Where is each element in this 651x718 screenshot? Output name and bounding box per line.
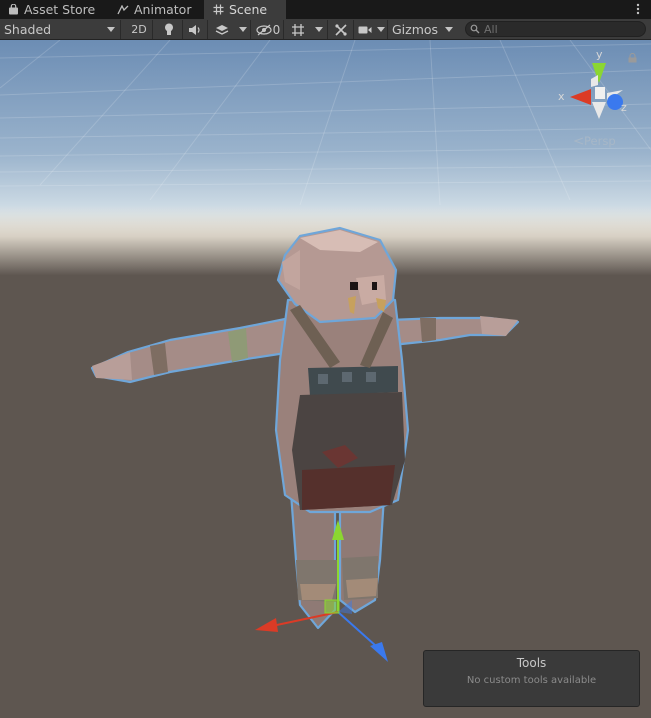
axis-x-cone[interactable] [570, 89, 591, 105]
chevron-down-icon [107, 27, 115, 32]
camera-icon [358, 26, 372, 33]
tools-toggle-button[interactable] [329, 20, 354, 39]
gizmos-label: Gizmos [392, 22, 439, 37]
hierarchy-search-field[interactable] [465, 21, 646, 37]
2d-toggle-button[interactable]: 2D [126, 20, 153, 39]
tab-label: Animator [134, 2, 192, 17]
grid-dropdown[interactable] [310, 20, 328, 39]
grid-snap-button[interactable] [285, 20, 310, 39]
tab-label: Asset Store [24, 2, 96, 17]
chevron-down-icon [377, 27, 385, 32]
tools-overlay-message: No custom tools available [466, 675, 597, 686]
axis-y-label: y [596, 48, 603, 61]
editor-tab-bar: Asset Store Animator Scene [0, 0, 651, 19]
shopping-bag-icon [9, 4, 18, 15]
axis-z-label: z [621, 101, 627, 114]
axis-neg-z-cone[interactable] [591, 75, 598, 87]
grid-snap-icon [291, 23, 304, 36]
audio-icon [189, 24, 200, 35]
more-options-icon[interactable] [633, 2, 643, 16]
axis-neg-y-cone[interactable] [592, 102, 606, 119]
camera-settings-button[interactable] [355, 20, 375, 39]
camera-dropdown[interactable] [375, 20, 388, 39]
chevron-down-icon [314, 27, 323, 32]
tab-asset-store[interactable]: Asset Store [0, 0, 104, 19]
search-icon [470, 24, 480, 34]
tab-label: Scene [229, 2, 268, 17]
lock-icon[interactable] [628, 53, 637, 63]
chevron-down-icon [445, 27, 454, 32]
animator-icon [117, 4, 129, 14]
effects-toggle-button[interactable] [208, 20, 236, 39]
scene-visibility-icon [256, 24, 272, 35]
scene-visibility-toggle[interactable]: 0 [253, 20, 284, 39]
tab-animator[interactable]: Animator [104, 0, 204, 19]
audio-toggle-button[interactable] [183, 20, 208, 39]
gizmos-dropdown[interactable]: Gizmos [389, 20, 458, 39]
lighting-toggle-button[interactable] [156, 20, 183, 39]
effects-icon [215, 25, 229, 35]
chevron-down-icon [239, 27, 247, 32]
tools-icon [335, 23, 347, 36]
scene-viewport[interactable]: y x z Persp Tools No custom tools availa… [0, 40, 651, 718]
effects-dropdown[interactable] [236, 20, 251, 39]
search-input[interactable] [484, 22, 634, 36]
shading-mode-label: Shaded [4, 22, 52, 37]
tools-overlay-panel: Tools No custom tools available [423, 650, 640, 707]
tab-scene[interactable]: Scene [204, 0, 286, 19]
shading-mode-dropdown[interactable]: Shaded [0, 20, 121, 39]
perspective-icon [574, 137, 584, 145]
gizmo-center-cube[interactable] [595, 87, 605, 99]
hidden-count: 0 [272, 22, 281, 37]
tools-overlay-title: Tools [516, 656, 547, 670]
scene-toolbar: Shaded 2D 0 Gizmos All [0, 19, 651, 40]
scene-render [0, 40, 651, 718]
axis-x-label: x [558, 90, 565, 103]
grid-icon [213, 4, 224, 15]
lighting-bulb-icon [165, 23, 173, 35]
projection-toggle[interactable]: Persp [574, 134, 616, 148]
2d-toggle-label: 2D [131, 23, 147, 36]
projection-label: Persp [584, 134, 616, 148]
